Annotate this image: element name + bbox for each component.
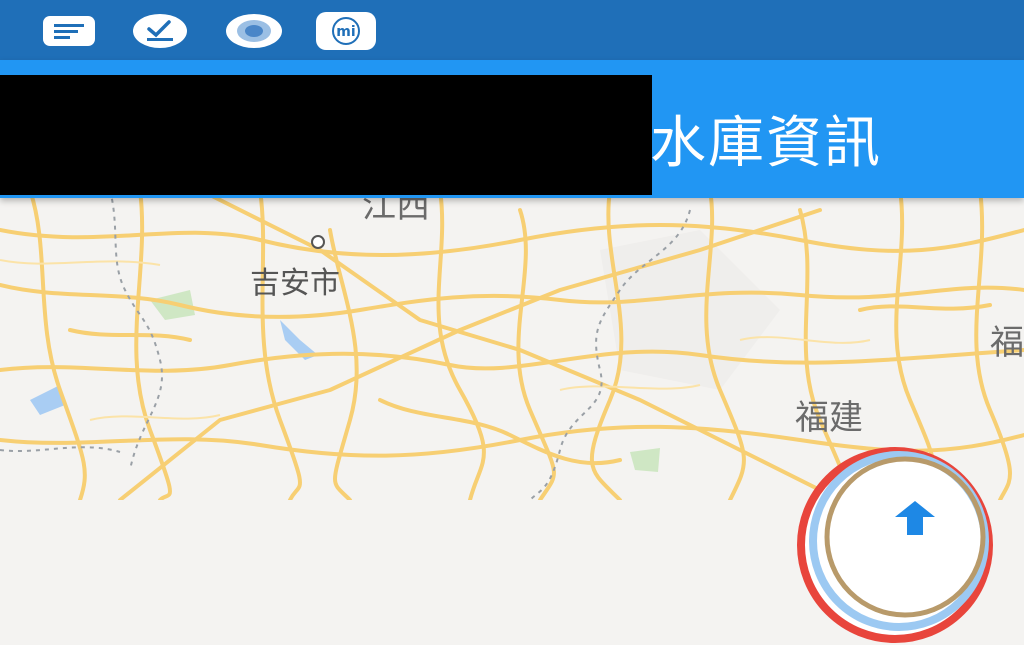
map-label-jian-city: 吉安市 [250, 266, 340, 301]
download-check-icon[interactable] [130, 12, 190, 50]
message-icon[interactable] [40, 12, 98, 50]
status-bar: mi [0, 0, 1024, 60]
location-button[interactable] [795, 445, 995, 645]
svg-text:mi: mi [336, 24, 355, 40]
map-label-fujian: 福建 [795, 398, 863, 438]
mi-app-icon[interactable]: mi [314, 12, 378, 50]
city-marker [311, 235, 325, 249]
redacted-area [0, 75, 652, 195]
record-icon[interactable] [224, 12, 284, 50]
map-label-fu-edge: 福 [990, 323, 1024, 363]
page-title: 水庫資訊 [650, 111, 882, 176]
